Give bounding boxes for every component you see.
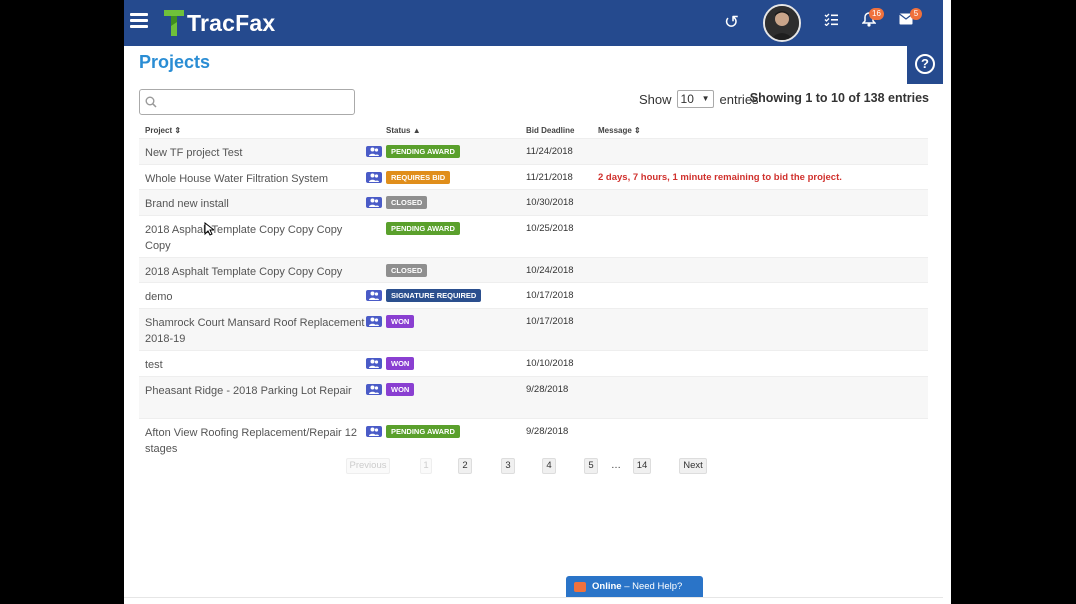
bid-deadline: 9/28/2018 <box>526 383 569 395</box>
table-row[interactable]: demo SIGNATURE REQUIRED 10/17/2018 <box>139 282 928 308</box>
entries-length-control: Show 10 ▼ entries <box>639 90 759 108</box>
entries-per-page-select[interactable]: 10 ▼ <box>676 90 714 108</box>
bid-deadline: 10/30/2018 <box>526 197 574 209</box>
table-row[interactable]: Shamrock Court Mansard Roof Replacement … <box>139 307 928 350</box>
logo[interactable]: TracFax <box>162 8 275 38</box>
top-navigation-bar: TracFax ↺ 16 5 <box>124 0 943 46</box>
project-name-link[interactable]: Shamrock Court Mansard Roof Replacement … <box>145 315 367 347</box>
project-name-link[interactable]: test <box>145 357 367 373</box>
team-icon[interactable] <box>366 146 382 157</box>
chat-bubble-icon <box>574 582 586 592</box>
projects-table-body: New TF project Test PENDING AWARD 11/24/20… <box>139 138 928 460</box>
project-name-link[interactable]: 2018 Asphalt Template Copy Copy Copy <box>145 264 367 280</box>
pagination-page-3[interactable]: 3 <box>501 458 515 474</box>
user-avatar[interactable] <box>763 4 801 42</box>
table-row[interactable]: 2018 Asphalt Template Copy Copy Copy Cop… <box>139 214 928 257</box>
table-row[interactable]: Whole House Water Filtration System REQUI… <box>139 163 928 190</box>
team-icon[interactable] <box>366 357 382 369</box>
entries-summary: Showing 1 to 10 of 138 entries <box>749 91 929 105</box>
divider <box>124 597 943 598</box>
table-header: Project ⇕ Status ▲ Bid Deadline Message … <box>139 124 928 138</box>
mouse-cursor-icon <box>204 222 214 236</box>
sort-icon: ⇕ <box>174 126 182 135</box>
team-icon[interactable] <box>366 383 382 395</box>
pagination-page-1[interactable]: 1 <box>420 458 432 474</box>
sort-ascending-icon: ▲ <box>412 126 421 135</box>
app-window: TracFax ↺ 16 5 ? Projects Show 10 ▼ entr… <box>124 0 943 604</box>
column-header-message[interactable]: Message ⇕ <box>598 126 641 135</box>
project-name-link[interactable]: demo <box>145 289 367 305</box>
status-badge: SIGNATURE REQUIRED <box>386 289 482 303</box>
messages-badge: 5 <box>910 8 922 20</box>
hamburger-menu-icon[interactable] <box>130 13 148 29</box>
table-row[interactable]: Afton View Roofing Replacement/Repair 12… <box>139 417 928 460</box>
logo-text: TracFax <box>187 9 276 36</box>
page-title: Projects <box>139 52 211 72</box>
pagination-next[interactable]: Next <box>679 458 707 474</box>
help-tab[interactable]: ? <box>907 46 943 84</box>
pagination-ellipsis: … <box>611 460 621 471</box>
status-badge: WON <box>386 382 415 396</box>
bid-deadline: 10/25/2018 <box>526 222 574 234</box>
refresh-icon[interactable]: ↺ <box>724 12 739 33</box>
status-badge: CLOSED <box>386 196 428 210</box>
pagination-previous[interactable]: Previous <box>346 458 390 474</box>
chat-label: Online – Need Help? <box>592 581 683 592</box>
team-icon[interactable] <box>366 425 382 437</box>
row-message: 2 days, 7 hours, 1 minute remaining to b… <box>598 171 842 183</box>
pagination-page-2[interactable]: 2 <box>458 458 472 474</box>
status-badge: WON <box>386 314 415 328</box>
column-header-project[interactable]: Project ⇕ <box>145 126 181 135</box>
table-row[interactable]: New TF project Test PENDING AWARD 11/24/20… <box>139 138 928 164</box>
project-name-link[interactable]: Afton View Roofing Replacement/Repair 12… <box>145 425 367 457</box>
status-badge: REQUIRES BID <box>386 170 451 184</box>
team-icon[interactable] <box>366 315 382 327</box>
status-badge: CLOSED <box>386 263 428 277</box>
bid-deadline: 10/17/2018 <box>526 315 574 327</box>
bid-deadline: 11/21/2018 <box>526 171 573 183</box>
project-name-link[interactable]: Brand new install <box>145 196 367 212</box>
show-label: Show <box>639 91 672 107</box>
search-box[interactable] <box>139 89 355 115</box>
project-name-link[interactable]: 2018 Asphalt Template Copy Copy Copy Cop… <box>145 222 367 254</box>
bid-deadline: 10/10/2018 <box>526 357 574 369</box>
table-row[interactable]: Brand new install CLOSED 10/30/2018 <box>139 189 928 215</box>
bid-deadline: 10/24/2018 <box>526 264 574 276</box>
user-photo-icon <box>765 6 799 40</box>
table-row[interactable]: Pheasant Ridge - 2018 Parking Lot Repair… <box>139 375 928 418</box>
bid-deadline: 10/17/2018 <box>526 290 574 302</box>
bid-deadline: 11/24/2018 <box>526 146 573 157</box>
team-icon[interactable] <box>366 197 382 209</box>
search-icon <box>145 96 157 108</box>
column-header-bid-deadline[interactable]: Bid Deadline <box>526 126 574 135</box>
project-name-link[interactable]: Whole House Water Filtration System <box>145 171 367 187</box>
status-badge: PENDING AWARD <box>386 221 460 235</box>
project-name-link[interactable]: New TF project Test <box>145 145 367 161</box>
search-input[interactable] <box>162 93 350 111</box>
sort-icon: ⇕ <box>634 126 641 135</box>
chat-widget[interactable]: Online – Need Help? <box>566 576 703 598</box>
window-edge <box>943 0 951 604</box>
notifications-badge: 16 <box>869 8 884 20</box>
status-badge: PENDING AWARD <box>386 424 460 438</box>
chevron-down-icon: ▼ <box>701 94 710 103</box>
status-badge: PENDING AWARD <box>386 145 460 158</box>
pagination-page-last[interactable]: 14 <box>633 458 651 474</box>
help-icon[interactable]: ? <box>915 54 935 74</box>
tracfax-logo-icon <box>164 10 184 36</box>
entries-per-page-value: 10 <box>680 92 694 106</box>
task-list-icon[interactable] <box>824 12 838 31</box>
table-row[interactable]: 2018 Asphalt Template Copy Copy Copy CLOS… <box>139 256 928 283</box>
status-badge: WON <box>386 356 415 370</box>
pagination-page-4[interactable]: 4 <box>542 458 556 474</box>
team-icon[interactable] <box>366 290 382 302</box>
project-name-link[interactable]: Pheasant Ridge - 2018 Parking Lot Repair <box>145 383 367 399</box>
table-row[interactable]: test WON 10/10/2018 <box>139 349 928 376</box>
team-icon[interactable] <box>366 171 382 183</box>
column-header-status[interactable]: Status ▲ <box>386 126 421 135</box>
bid-deadline: 9/28/2018 <box>526 425 569 437</box>
pagination-page-5[interactable]: 5 <box>584 458 598 474</box>
